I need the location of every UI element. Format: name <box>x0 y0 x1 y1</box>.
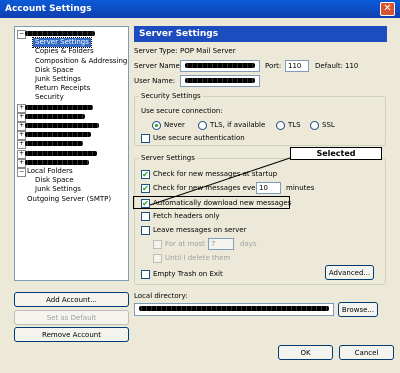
radio-tls-label: TLS <box>288 121 301 129</box>
add-account-button[interactable]: Add Account... <box>14 292 129 307</box>
redaction-scribble <box>25 150 97 156</box>
tree-item-redacted-account[interactable]: − <box>15 29 128 39</box>
leave-messages-label: Leave messages on server <box>153 226 247 234</box>
page-title: Server Settings <box>134 26 387 42</box>
radio-never[interactable] <box>152 121 161 130</box>
radio-ssl[interactable] <box>310 121 319 130</box>
redaction-scribble <box>25 104 93 110</box>
redaction-scribble <box>25 113 85 119</box>
browse-button[interactable]: Browse... <box>338 302 378 317</box>
tree-item-redacted-account[interactable]: + <box>15 158 128 168</box>
tree-item-redacted-account[interactable]: + <box>15 130 128 141</box>
tree-item-label: Security <box>35 93 64 102</box>
redaction-scribble <box>25 132 91 138</box>
days-label: days <box>240 240 257 248</box>
default-port-value: 110 <box>345 62 359 70</box>
empty-trash-label: Empty Trash on Exit <box>153 270 223 278</box>
radio-ssl-label: SSL <box>322 121 335 129</box>
redaction-scribble <box>25 159 89 165</box>
local-directory-label: Local directory: <box>134 292 188 300</box>
fetch-headers-checkbox[interactable] <box>141 212 150 221</box>
tree-item-label: Disk Space <box>35 176 74 185</box>
check-every-label: Check for new messages every <box>153 184 263 192</box>
tree-item-label: Return Receipts <box>35 84 91 93</box>
secure-auth-checkbox[interactable] <box>141 134 150 143</box>
days-field[interactable]: 7 <box>208 238 234 250</box>
tree-item-label: Copies & Folders <box>35 47 94 56</box>
advanced-button[interactable]: Advanced... <box>325 265 374 280</box>
tree-item-label: Composition & Addressing <box>35 56 128 65</box>
radio-tls-if-available-label: TLS, if available <box>210 121 266 129</box>
for-at-most-checkbox[interactable] <box>153 240 162 249</box>
tree-item-redacted-account[interactable]: + <box>15 149 128 159</box>
user-name-field[interactable] <box>180 75 260 87</box>
check-every-checkbox[interactable]: ✔ <box>141 184 150 193</box>
tree-item-redacted-account[interactable]: + <box>15 139 128 150</box>
secure-auth-label: Use secure authentication <box>153 134 245 142</box>
tree-item-label: Server Settings <box>32 37 92 49</box>
window-title: Account Settings <box>5 4 92 14</box>
ok-button[interactable]: OK <box>278 345 333 360</box>
tree-item-redacted-account[interactable]: + <box>15 112 128 122</box>
check-startup-label: Check for new messages at startup <box>153 170 278 178</box>
redaction-scribble <box>25 31 95 36</box>
minutes-field[interactable]: 10 <box>256 182 281 194</box>
redaction-scribble <box>25 141 83 147</box>
port-label: Port: <box>265 62 282 70</box>
tree-item-label: Outgoing Server (SMTP) <box>27 194 112 203</box>
set-default-button[interactable]: Set as Default <box>14 310 129 325</box>
cancel-button[interactable]: Cancel <box>339 345 394 360</box>
minutes-label: minutes <box>286 184 315 192</box>
redaction-scribble <box>25 123 99 128</box>
tree-item-label: Junk Settings <box>35 75 81 83</box>
default-port-label: Default: <box>315 62 343 70</box>
radio-never-label: Never <box>164 121 185 129</box>
server-settings-legend: Server Settings <box>139 154 197 162</box>
security-settings-legend: Security Settings <box>139 92 203 100</box>
tree-item-redacted-account[interactable]: + <box>15 121 128 131</box>
tree-item-label: Junk Settings <box>35 185 81 194</box>
local-directory-field[interactable] <box>134 303 334 316</box>
port-field[interactable]: 110 <box>285 60 309 72</box>
until-delete-label: Until I delete them <box>165 254 231 262</box>
server-type-value: POP Mail Server <box>180 47 236 55</box>
remove-account-button[interactable]: Remove Account <box>14 327 129 342</box>
check-startup-checkbox[interactable]: ✔ <box>141 170 150 179</box>
for-at-most-label: For at most <box>165 240 205 248</box>
annotation-callout: Selected <box>290 147 382 160</box>
secure-connection-label: Use secure connection: <box>141 107 223 115</box>
leave-messages-checkbox[interactable] <box>141 226 150 235</box>
until-delete-checkbox[interactable] <box>153 254 162 263</box>
radio-tls[interactable] <box>276 121 285 130</box>
tree-item-redacted-account[interactable]: + <box>15 103 128 113</box>
empty-trash-checkbox[interactable] <box>141 270 150 279</box>
server-type-label: Server Type: <box>134 47 178 55</box>
user-name-label: User Name: <box>134 77 176 85</box>
annotation-highlight-box <box>133 196 290 209</box>
close-icon[interactable]: ✕ <box>380 2 395 16</box>
fetch-headers-label: Fetch headers only <box>153 212 220 220</box>
account-tree[interactable]: − Server Settings Copies & Folders Composit… <box>14 26 129 281</box>
server-name-label: Server Name: <box>134 62 183 70</box>
window-title-bar: Account Settings <box>0 0 400 18</box>
tree-item-label: Disk Space <box>35 65 74 74</box>
server-name-field[interactable] <box>180 60 260 72</box>
radio-tls-if-available[interactable] <box>198 121 207 130</box>
tree-item-label: Local Folders <box>27 167 73 175</box>
